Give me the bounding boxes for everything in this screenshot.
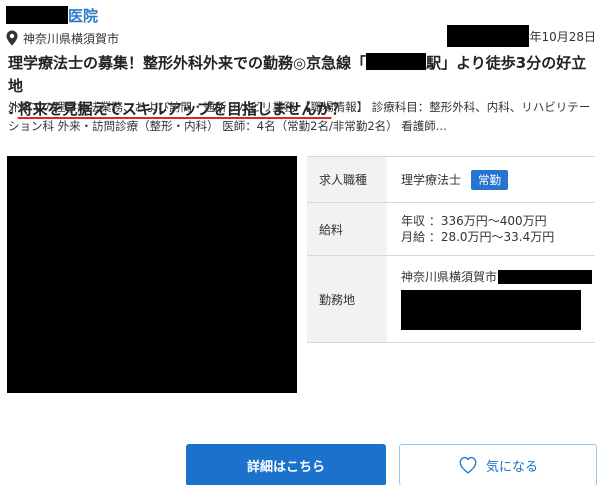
work-location-cell: 神奈川県横須賀市 (387, 256, 595, 343)
clinic-name-link[interactable]: 医院 (6, 4, 98, 26)
redacted-station-name (366, 53, 427, 70)
title-part-1: 理学療法士の募集！整形外科外来での勤務◎京急線「 (8, 54, 367, 72)
location: 神奈川県横須賀市 (6, 28, 119, 48)
date-text: 年10月28日 (529, 29, 596, 44)
work-location-row: 勤務地 神奈川県横須賀市 (307, 255, 595, 343)
clinic-photo-redacted (7, 156, 297, 393)
job-type-label: 求人職種 (307, 156, 387, 203)
redacted-address-line-1 (498, 269, 593, 284)
salary-annual: 年収 ：336万円〜400万円 (401, 214, 547, 228)
favorite-button-label: 気になる (485, 459, 538, 475)
job-type-cell: 理学療法士 常勤 (387, 157, 595, 203)
redacted-year (447, 25, 530, 47)
salary-monthly: 月給 ：28.0万円〜33.4万円 (401, 230, 555, 244)
job-info-table: 求人職種 理学療法士 常勤 給料 年収 ：336万円〜400万円 月給 ：28.0… (307, 156, 595, 343)
favorite-button[interactable]: 気になる (399, 444, 597, 485)
work-location-label: 勤務地 (307, 255, 387, 343)
work-location-value: 神奈川県横須賀市 (401, 270, 498, 284)
job-type-row: 求人職種 理学療法士 常勤 (307, 156, 595, 203)
location-text: 神奈川県横須賀市 (23, 31, 120, 46)
posted-date: 年10月28日 (447, 24, 596, 48)
salary-cell: 年収 ：336万円〜400万円 月給 ：28.0万円〜33.4万円 (387, 203, 595, 256)
map-pin-icon (6, 30, 18, 46)
listing-description: 外来での理学療法業務、および訪問・通所リハビリ業務 【職場情報】 診療科目：整形… (8, 100, 591, 133)
salary-row: 給料 年収 ：336万円〜400万円 月給 ：28.0万円〜33.4万円 (307, 202, 595, 256)
heart-icon (459, 456, 477, 474)
details-button[interactable]: 詳細はこちら (186, 444, 386, 485)
job-listing-card: 医院 神奈川県横須賀市 年10月28日 理学療法士の募集！整形外科外来での勤務◎… (0, 0, 600, 485)
employment-type-badge: 常勤 (471, 169, 509, 190)
redacted-address-line-2 (401, 290, 581, 330)
redacted-clinic-name (6, 6, 68, 24)
salary-label: 給料 (307, 202, 387, 256)
job-type-value: 理学療法士 (401, 172, 462, 187)
clinic-name-suffix: 医院 (68, 6, 99, 25)
work-location-line: 神奈川県横須賀市 (401, 268, 595, 285)
listing-header: 医院 神奈川県横須賀市 年10月28日 (6, 4, 596, 50)
